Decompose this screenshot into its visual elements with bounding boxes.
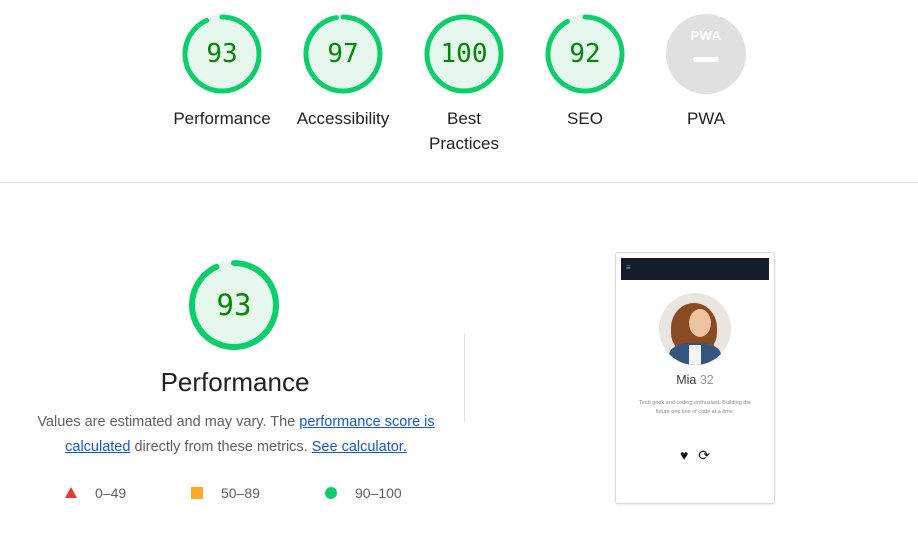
- pwa-badge: PWA: [666, 14, 746, 94]
- performance-main-score: 93: [216, 288, 252, 322]
- performance-main-score-ring: 93: [188, 259, 280, 351]
- gauge-pwa[interactable]: PWA PWA: [646, 14, 766, 131]
- profile-age: 32: [699, 373, 714, 387]
- accessibility-label: Accessibility: [296, 109, 390, 128]
- best-practices-score: 100: [440, 39, 488, 69]
- thumbnail-navbar: ≡: [621, 258, 769, 280]
- profile-actions: ♥ ⟳: [616, 447, 774, 464]
- legend-range-pass: 90–100: [355, 485, 402, 501]
- profile-avatar: [659, 293, 731, 365]
- pwa-badge-text: PWA: [690, 28, 722, 43]
- performance-title: Performance: [160, 367, 310, 397]
- refresh-icon: ⟳: [698, 447, 710, 463]
- gauge-seo[interactable]: 92 SEO: [525, 14, 645, 131]
- description-middle: directly from these metrics.: [130, 439, 312, 455]
- profile-bio: Tech geek and coding enthusiast. Buildin…: [639, 400, 751, 415]
- score-legend: 0–49 50–89 90–100: [0, 483, 470, 503]
- performance-description: Values are estimated and may vary. The p…: [26, 410, 446, 460]
- page-screenshot-thumbnail[interactable]: ≡ Mia 32 Tech geek and coding enthusiast…: [615, 252, 775, 504]
- performance-panel: 93 Performance Values are estimated and …: [0, 183, 470, 552]
- legend-range-fail: 0–49: [95, 485, 127, 501]
- pwa-dash-icon: [693, 57, 719, 62]
- performance-score-ring: 93: [182, 14, 262, 94]
- vertical-divider: [464, 334, 465, 422]
- best-practices-score-ring: 100: [424, 14, 504, 94]
- heart-icon: ♥: [680, 447, 689, 463]
- seo-score: 92: [569, 39, 601, 69]
- profile-name: Mia: [676, 373, 697, 387]
- best-practices-label: Best Practices: [404, 106, 524, 156]
- performance-score: 93: [206, 39, 238, 69]
- seo-score-ring: 92: [545, 14, 625, 94]
- best-practices-label-line1: Best: [446, 109, 482, 128]
- best-practices-label-line2: Practices: [429, 134, 499, 153]
- gauge-accessibility[interactable]: 97 Accessibility: [283, 14, 403, 131]
- accessibility-score-ring: 97: [303, 14, 383, 94]
- pwa-label: PWA: [686, 109, 726, 128]
- fail-triangle-icon: [65, 487, 77, 498]
- accessibility-score: 97: [327, 39, 359, 69]
- legend-range-average: 50–89: [221, 485, 260, 501]
- gauge-performance[interactable]: 93 Performance: [162, 14, 282, 131]
- hamburger-icon: ≡: [626, 263, 631, 272]
- seo-label: SEO: [567, 109, 603, 128]
- average-square-icon: [191, 487, 203, 499]
- description-prefix: Values are estimated and may vary. The: [37, 414, 300, 430]
- see-calculator-link[interactable]: See calculator.: [312, 439, 407, 455]
- profile-name-age: Mia 32: [616, 373, 774, 387]
- category-gauges: 93 Performance 97 Accessibility 100 Best…: [0, 0, 918, 183]
- gauge-best-practices[interactable]: 100 Best Practices: [404, 14, 524, 156]
- pass-circle-icon: [325, 487, 337, 499]
- performance-label: Performance: [173, 109, 271, 128]
